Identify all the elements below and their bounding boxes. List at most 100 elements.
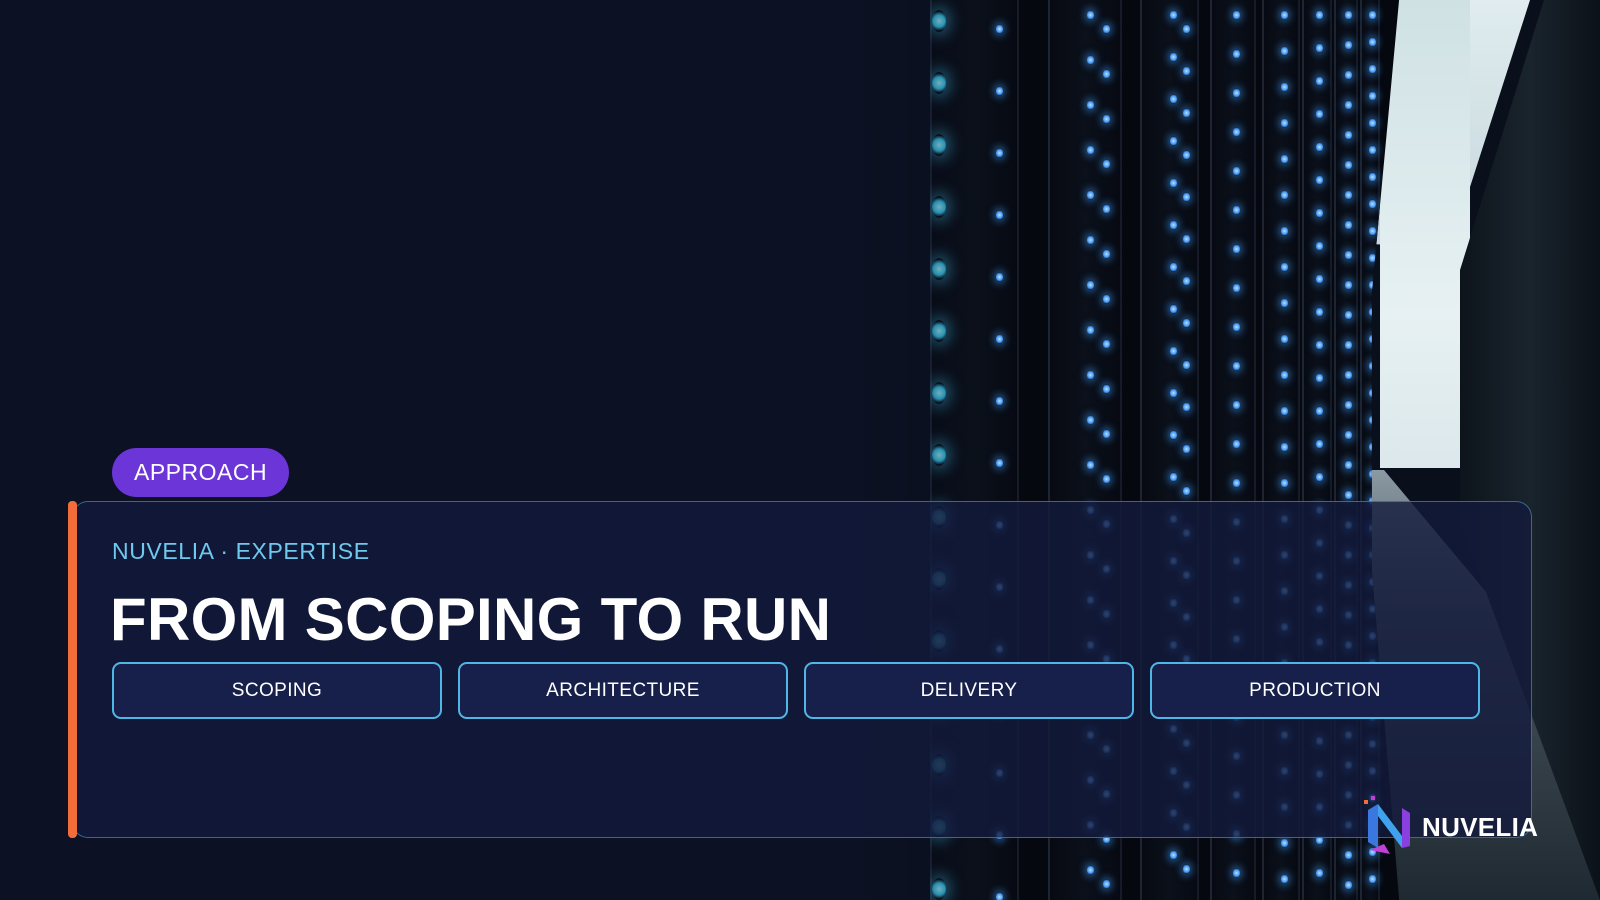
rack-status-light: [1281, 334, 1288, 344]
rack-status-light: [1087, 280, 1094, 290]
rack-status-light: [1233, 283, 1240, 293]
rack-status-light: [1233, 322, 1240, 332]
rack-status-light: [1345, 250, 1352, 260]
rack-status-light: [1233, 439, 1240, 449]
rack-status-light: [1103, 69, 1110, 79]
slide-title: FROM SCOPING TO RUN: [110, 586, 832, 653]
rack-status-light: [1170, 10, 1177, 20]
rack-status-light: [1345, 220, 1352, 230]
rack-status-light: [1316, 208, 1323, 218]
rack-status-light: [1170, 346, 1177, 356]
rack-status-light: [1233, 166, 1240, 176]
step-production[interactable]: PRODUCTION: [1150, 662, 1480, 719]
rack-status-light: [1281, 874, 1288, 884]
rack-status-light: [1345, 40, 1352, 50]
rack-status-light: [1087, 100, 1094, 110]
rack-status-light: [1170, 136, 1177, 146]
rack-status-light: [1183, 108, 1190, 118]
rack-status-light: [1316, 109, 1323, 119]
rack-status-light: [1170, 52, 1177, 62]
rack-status-light: [1103, 249, 1110, 259]
rack-status-light: [1170, 262, 1177, 272]
rack-status-light: [1369, 415, 1376, 425]
rack-status-light: [1281, 370, 1288, 380]
rack-status-light: [1103, 204, 1110, 214]
step-architecture[interactable]: ARCHITECTURE: [458, 662, 788, 719]
rack-status-light: [1316, 307, 1323, 317]
rack-status-light: [1345, 190, 1352, 200]
rack-status-light: [1369, 307, 1376, 317]
rack-status-light: [1233, 400, 1240, 410]
rack-status-light: [1345, 850, 1352, 860]
rack-status-light: [1369, 91, 1376, 101]
rack-status-light: [1369, 280, 1376, 290]
rack-status-light: [1316, 274, 1323, 284]
rack-status-light: [1233, 49, 1240, 59]
step-scoping[interactable]: SCOPING: [112, 662, 442, 719]
rack-status-light: [1316, 10, 1323, 20]
rack-status-light: [1087, 370, 1094, 380]
rack-status-light: [1345, 400, 1352, 410]
rack-status-light: [1103, 159, 1110, 169]
rack-status-light: [1369, 361, 1376, 371]
rack-status-light: [1233, 205, 1240, 215]
rack-status-light: [1345, 340, 1352, 350]
rack-status-light: [1281, 46, 1288, 56]
rack-status-light: [1281, 298, 1288, 308]
rack-status-light: [1233, 361, 1240, 371]
rack-status-light: [1281, 10, 1288, 20]
rack-status-light: [1183, 66, 1190, 76]
section-tag: APPROACH: [112, 448, 290, 497]
accent-bar: [68, 501, 77, 838]
rack-status-light: [1345, 280, 1352, 290]
rack-status-light: [1345, 10, 1352, 20]
rack-status-light: [1087, 415, 1094, 425]
rack-status-light: [1183, 150, 1190, 160]
rack-status-light: [1345, 70, 1352, 80]
rack-status-light: [1183, 402, 1190, 412]
rack-status-light: [1170, 430, 1177, 440]
rack-status-light: [1345, 430, 1352, 440]
rack-status-light: [1369, 334, 1376, 344]
rack-status-light: [1170, 94, 1177, 104]
nuvelia-logo-icon: [1364, 796, 1410, 854]
rack-status-light: [1103, 24, 1110, 34]
rack-status-light: [1281, 118, 1288, 128]
rack-status-light: [1183, 486, 1190, 496]
rack-status-light: [1103, 384, 1110, 394]
rack-status-light: [1345, 490, 1352, 500]
rack-status-light: [1369, 253, 1376, 263]
rack-status-light: [1345, 130, 1352, 140]
rack-status-light: [1281, 442, 1288, 452]
rack-status-light: [1087, 190, 1094, 200]
rack-status-light: [1170, 304, 1177, 314]
rack-status-light: [1345, 880, 1352, 890]
rack-status-light: [1316, 175, 1323, 185]
rack-status-light: [1316, 472, 1323, 482]
rack-status-light: [1369, 118, 1376, 128]
rack-status-light: [1369, 37, 1376, 47]
eyebrow-label: NUVELIA · EXPERTISE: [112, 538, 370, 564]
rack-status-light: [1183, 864, 1190, 874]
rack-status-light: [1183, 318, 1190, 328]
rack-status-light: [1369, 199, 1376, 209]
rack-status-light: [1183, 192, 1190, 202]
rack-status-light: [1369, 874, 1376, 884]
rack-status-light: [1170, 388, 1177, 398]
rack-status-light: [1369, 10, 1376, 20]
rack-status-light: [1316, 340, 1323, 350]
rack-status-light: [1170, 178, 1177, 188]
rack-status-light: [1087, 235, 1094, 245]
rack-status-light: [1369, 388, 1376, 398]
rack-status-light: [1233, 868, 1240, 878]
rack-status-light: [1087, 325, 1094, 335]
step-delivery[interactable]: DELIVERY: [804, 662, 1134, 719]
rack-status-light: [1103, 474, 1110, 484]
rack-status-light: [1087, 865, 1094, 875]
rack-status-light: [1233, 244, 1240, 254]
rack-status-light: [1281, 406, 1288, 416]
rack-status-light: [1281, 226, 1288, 236]
rack-status-light: [1233, 127, 1240, 137]
rack-status-light: [1345, 370, 1352, 380]
rack-status-light: [1316, 406, 1323, 416]
